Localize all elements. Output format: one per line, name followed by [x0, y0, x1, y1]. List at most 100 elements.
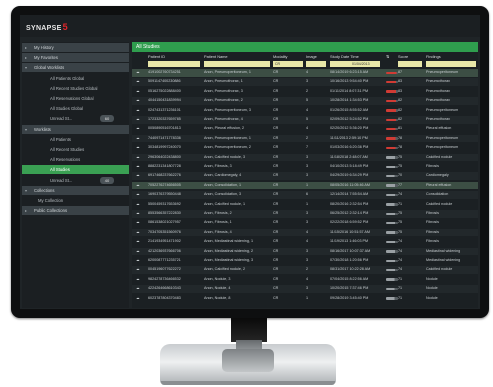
table-row[interactable]: ☁ 2963064022438800 Anon, Calcified nodule,…: [132, 153, 478, 162]
sidebar-item[interactable]: All Recent Studies Global: [22, 84, 129, 93]
cloud-icon[interactable]: ☁: [136, 238, 144, 246]
table-row[interactable]: ☁ 6023787804370483 Anon, Nodule, 8 CR 1 09/28…: [132, 295, 478, 303]
cloud-icon[interactable]: ☁: [136, 229, 144, 237]
cell-score: 82: [398, 107, 403, 112]
cloud-icon[interactable]: ☁: [136, 154, 144, 162]
cloud-icon[interactable]: ☁: [136, 97, 144, 105]
sidebar-item[interactable]: All Studies Global: [22, 104, 129, 113]
cloud-icon[interactable]: ☁: [136, 69, 144, 77]
column-header[interactable]: Modality: [273, 53, 305, 61]
table-row[interactable]: ☁ 5500459317653692 Anon, Calcified nodule,…: [132, 201, 478, 209]
score-bar: [386, 99, 398, 103]
column-header[interactable]: Study Date Time: [330, 53, 382, 61]
table-row[interactable]: ☁ 4044150431839994 Anon, Pneumothorax, 2 CR…: [132, 97, 478, 105]
cloud-icon[interactable]: ☁: [136, 88, 144, 96]
table-row[interactable]: ☁ 4224264668610343 Anon, Nodule, 4 CR 3 10/20…: [132, 285, 478, 293]
column-filter-input[interactable]: 01/04/2013: [330, 61, 380, 67]
cloud-icon[interactable]: ☁: [136, 276, 144, 284]
table-row[interactable]: ☁ 4212036937666706 Anon, Mediastinal widen…: [132, 247, 478, 256]
score-bar: [386, 90, 398, 93]
table-row[interactable]: ☁ 0045196077622272 Anon, Calcified nodule,…: [132, 266, 478, 274]
table-row[interactable]: ☁ 0861538021027957 Anon, Fibrosis, 1 CR 3 02/…: [132, 219, 478, 227]
table-row[interactable]: ☁ 9824278736466532 Anon, Nodule, 3 CR 4 07/04…: [132, 276, 478, 284]
cell-name: Anon, Pneumothorax, 2: [204, 98, 243, 103]
cloud-icon[interactable]: ☁: [136, 182, 144, 190]
sidebar-item[interactable]: ▾ Worklists: [22, 124, 129, 134]
column-filter-input[interactable]: [204, 61, 270, 67]
cell-score: 83: [398, 88, 403, 93]
column-header[interactable]: Score: [398, 53, 424, 61]
sidebar-item[interactable]: All Studies: [22, 165, 129, 175]
table-row[interactable]: ☁ 4191002760734251 Anon, Pneumoperitoneum,…: [132, 69, 478, 77]
cloud-icon[interactable]: ☁: [136, 257, 144, 265]
cloud-icon[interactable]: ☁: [136, 285, 144, 293]
cell-finding: Fibrosis: [426, 229, 439, 234]
cloud-icon[interactable]: ☁: [136, 144, 144, 152]
cloud-icon[interactable]: ☁: [136, 191, 144, 199]
sidebar-item[interactable]: ▾ Collections: [22, 185, 129, 195]
table-row[interactable]: ☁ 0050890516701813 Anon, Pleural effusion,…: [132, 125, 478, 133]
table-row[interactable]: ☁ 0516275022888400 Anon, Pneumothorax, 3 CR…: [132, 88, 478, 96]
score-bar: [386, 165, 398, 169]
cloud-icon[interactable]: ☁: [136, 210, 144, 218]
cloud-icon[interactable]: ☁: [136, 266, 144, 274]
cell-name: Anon, Cardiomegaly, 4: [204, 173, 242, 178]
table-row[interactable]: ☁ 7034705351560976 Anon, Fibrosis, 4 CR 4 11/…: [132, 228, 478, 237]
sidebar-item[interactable]: ▸ Public Collections: [22, 206, 129, 216]
table-row[interactable]: ☁ 6200087771235721 Anon, Mediastinal widen…: [132, 257, 478, 265]
column-header[interactable]: Patient Name: [204, 53, 272, 61]
cloud-icon[interactable]: ☁: [136, 78, 144, 86]
table-row[interactable]: ☁ 1690376379550448 Anon, Consolidation, 3 C…: [132, 191, 478, 199]
cloud-icon[interactable]: ☁: [136, 219, 144, 227]
table-row[interactable]: ☁ 1723320337659785 Anon, Pneumothorax, 4 CR…: [132, 116, 478, 124]
cell-score: 74: [398, 192, 403, 197]
sidebar-item[interactable]: Unread St... 40: [22, 176, 129, 185]
table-row[interactable]: ☁ 0247431371236101 Anon, Pneumoperitoneum,…: [132, 107, 478, 115]
cloud-icon[interactable]: ☁: [136, 248, 144, 256]
table-row[interactable]: ☁ 5091147400230886 Anon, Pneumothorax, 1 CR…: [132, 78, 478, 86]
column-filter-input[interactable]: [306, 61, 326, 67]
table-row[interactable]: ☁ 7440971471778336 Anon, Pneumoperitoneum,…: [132, 134, 478, 143]
cell-score: 75: [398, 164, 403, 168]
cloud-icon[interactable]: ☁: [136, 172, 144, 180]
filter-value: CR: [275, 62, 281, 66]
sidebar-item[interactable]: My Collection: [22, 196, 129, 205]
cloud-icon[interactable]: ☁: [136, 125, 144, 133]
column-header[interactable]: Patient ID: [148, 53, 202, 61]
column-filter-input[interactable]: [426, 61, 476, 67]
cell-id: 2141934951471902: [148, 239, 181, 244]
column-header[interactable]: Image: [306, 53, 328, 61]
sidebar-item[interactable]: All Patients: [22, 135, 129, 144]
cloud-icon[interactable]: ☁: [136, 295, 144, 303]
table-row[interactable]: ☁ 7052276274656505 Anon, Consolidation, 1 C…: [132, 181, 478, 190]
sidebar-item[interactable]: ▸ My Favorites: [22, 53, 129, 63]
cell-img: 4: [306, 126, 309, 131]
sidebar-item-label: All Patients Global: [50, 75, 85, 81]
sidebar-item[interactable]: All Recent Studies: [22, 145, 129, 154]
sidebar-item[interactable]: ▾ Global Worklists: [22, 63, 129, 73]
cell-score: 71: [398, 286, 403, 291]
table-row[interactable]: ☁ 2141934951471902 Anon, Mediastinal widen…: [132, 238, 478, 246]
column-filter-input[interactable]: [148, 61, 200, 67]
cloud-icon[interactable]: ☁: [136, 163, 144, 171]
sort-icon[interactable]: ⇅: [386, 53, 395, 61]
table-row[interactable]: ☁ 8553566357222830 Anon, Fibrosis, 2 CR 3 06/…: [132, 210, 478, 218]
sidebar-item[interactable]: All Patients Global: [22, 74, 129, 83]
panel-title: All Studies: [136, 44, 160, 50]
sidebar-item[interactable]: Unread St... 60: [22, 114, 129, 123]
sidebar-item[interactable]: All Reservations Global: [22, 94, 129, 103]
sidebar-item[interactable]: ▸ My History: [22, 43, 129, 52]
cloud-icon[interactable]: ☁: [136, 116, 144, 124]
sidebar-item[interactable]: All Reservations: [22, 155, 129, 164]
table-row[interactable]: ☁ 3034819997240070 Anon, Pneumoperitoneum,…: [132, 144, 478, 152]
cloud-icon[interactable]: ☁: [136, 107, 144, 115]
cloud-icon[interactable]: ☁: [136, 135, 144, 143]
column-filter-input[interactable]: [398, 61, 422, 67]
cell-date: 11/19/2013 1:46:03 PM: [330, 239, 369, 244]
table-row[interactable]: ☁ 6917468237662276 Anon, Cardiomegaly, 4 CR…: [132, 172, 478, 180]
table-row[interactable]: ☁ 8882231341807728 Anon, Fibrosis, 3 CR 3 04/…: [132, 163, 478, 171]
column-header[interactable]: Findings: [426, 53, 478, 61]
column-filter-input[interactable]: CR: [273, 61, 303, 67]
cell-mod: CR: [273, 88, 279, 93]
cloud-icon[interactable]: ☁: [136, 201, 144, 209]
